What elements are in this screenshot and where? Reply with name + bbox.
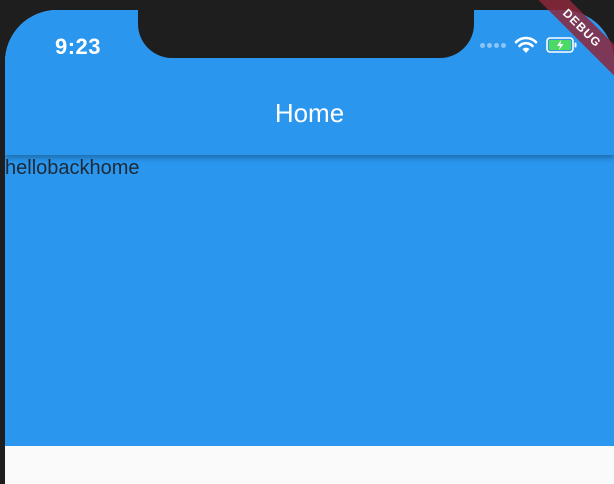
device-notch xyxy=(138,10,474,58)
body-text: hellobackhome xyxy=(5,157,140,179)
debug-banner: DEBUG xyxy=(534,0,614,80)
page-title: Home xyxy=(274,98,345,128)
signal-icon xyxy=(480,42,506,48)
phone-screen: Home 9:23 hellobackhome xyxy=(5,10,614,484)
debug-label: DEBUG xyxy=(534,0,614,79)
status-time: 9:23 xyxy=(55,34,102,59)
